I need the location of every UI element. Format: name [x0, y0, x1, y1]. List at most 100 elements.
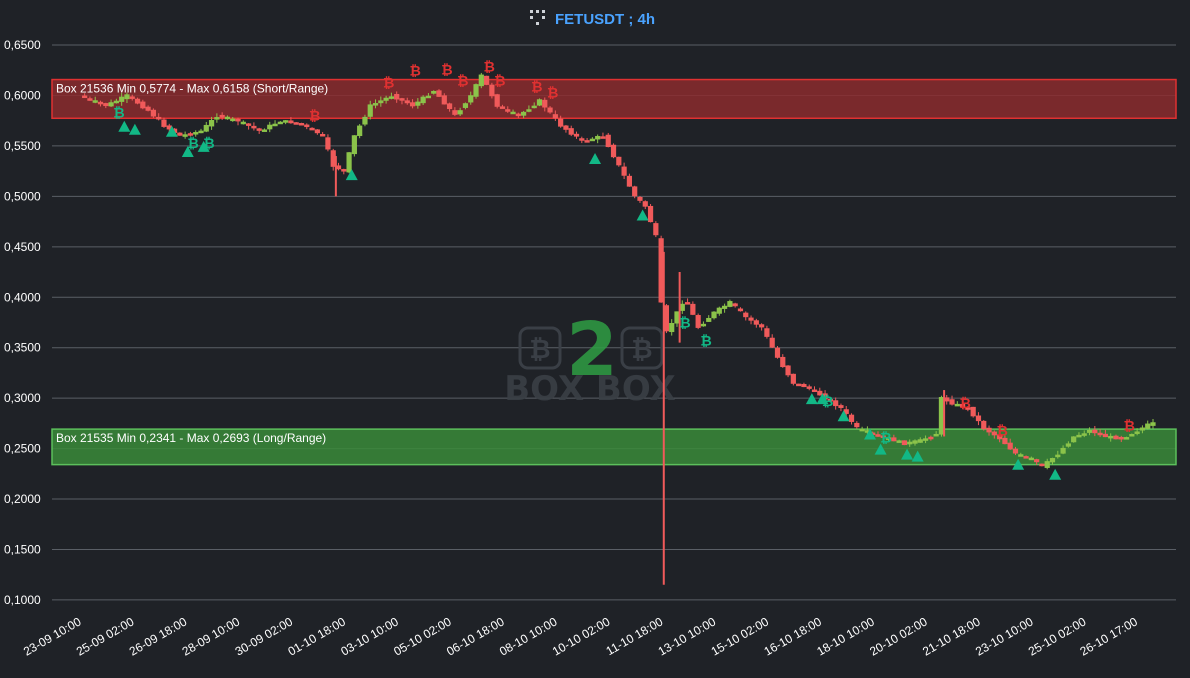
y-tick-label: 0,4000 — [4, 290, 41, 304]
candle-body — [1134, 431, 1140, 434]
candle-body — [1044, 461, 1050, 468]
candle-body — [462, 103, 469, 108]
candle-body — [240, 121, 246, 125]
candle-body — [579, 138, 585, 141]
candle-body — [833, 400, 839, 407]
sell-signal-label: ₿ — [409, 63, 420, 79]
candle-body — [774, 347, 781, 358]
candle-body — [203, 124, 209, 132]
short-box-label: Box 21536 Min 0,5774 - Max 0,6158 (Short… — [56, 82, 328, 96]
candle-body — [457, 110, 463, 115]
candle-body — [610, 144, 617, 158]
candle-body — [1012, 448, 1019, 454]
candle-body — [1055, 454, 1061, 458]
y-tick-label: 0,5500 — [4, 139, 41, 153]
buy-signal-label: ₿ — [187, 136, 198, 152]
candle-body — [605, 134, 611, 148]
candlestick-chart[interactable]: Box 21536 Min 0,5774 - Max 0,6158 (Short… — [0, 0, 1190, 678]
candle-body — [690, 303, 696, 315]
candle-body — [695, 315, 701, 328]
candle-body — [759, 324, 765, 328]
candle-body — [425, 95, 432, 99]
candle-body — [981, 420, 987, 430]
candle-body — [277, 121, 283, 125]
candle-body — [357, 125, 363, 137]
sell-signal-label: ₿ — [457, 73, 468, 89]
candle-body — [647, 205, 654, 223]
candle-body — [933, 433, 939, 437]
candle-body — [1076, 434, 1082, 438]
candle-body — [1139, 427, 1146, 431]
candle-body — [134, 98, 141, 104]
candle-body — [632, 186, 638, 197]
candle-body — [589, 138, 595, 142]
candle-body — [388, 96, 394, 99]
candle-body — [341, 169, 347, 172]
candle-body — [415, 101, 421, 106]
candle-body — [473, 84, 479, 97]
candle-body — [161, 119, 167, 127]
candle-body — [394, 94, 400, 100]
candle-body — [922, 438, 929, 441]
buy-signal-label: ₿ — [679, 316, 690, 332]
candle-body — [1108, 435, 1114, 439]
candle-body — [595, 136, 601, 140]
candle-body — [1123, 437, 1130, 440]
candle-body — [309, 127, 315, 131]
candle-body — [140, 101, 146, 109]
y-tick-label: 0,6000 — [4, 88, 41, 102]
candle-body — [1113, 435, 1119, 440]
sell-signal-label: ₿ — [494, 73, 505, 89]
candle-body — [293, 122, 299, 125]
candle-body — [198, 130, 204, 134]
candle-body — [912, 440, 918, 444]
candle-body — [468, 95, 474, 103]
candle-body — [409, 102, 416, 107]
candle-body — [711, 311, 717, 319]
buy-signal-label: ₿ — [700, 334, 711, 350]
sell-signal-label: ₿ — [997, 423, 1008, 439]
candle-body — [563, 125, 569, 130]
candle-body — [975, 415, 982, 422]
chart-title: FETUSDT ; 4h — [555, 11, 655, 28]
y-tick-label: 0,1000 — [4, 593, 41, 607]
candle-body — [156, 116, 162, 120]
candle-body — [219, 114, 225, 118]
candle-body — [261, 129, 268, 132]
candle-body — [1007, 442, 1013, 450]
candle-body — [896, 440, 902, 443]
candle-body — [806, 386, 812, 389]
candle-body — [478, 74, 484, 87]
candle-body — [378, 100, 384, 104]
candle-body — [325, 137, 331, 150]
svg-text:₿: ₿ — [529, 335, 550, 365]
candle-body — [304, 124, 310, 128]
candle-body — [854, 422, 860, 428]
candle-body — [901, 440, 908, 446]
candle-body — [256, 128, 262, 131]
sell-signal-label: ₿ — [309, 109, 320, 125]
candle-body — [505, 109, 511, 112]
candle-body — [119, 96, 125, 102]
candle-body — [1118, 436, 1124, 440]
candle-body — [637, 196, 643, 201]
y-tick-label: 0,4500 — [4, 240, 41, 254]
candle-body — [568, 128, 574, 135]
candle-body — [626, 175, 632, 187]
sell-signal-label: ₿ — [960, 396, 971, 412]
candle-body — [986, 427, 992, 433]
candle-body — [124, 94, 130, 100]
candle-body — [441, 95, 447, 105]
y-tick-label: 0,1500 — [4, 542, 41, 556]
candle-body — [642, 201, 648, 207]
sell-signal-label: ₿ — [547, 86, 558, 102]
svg-text:₿: ₿ — [631, 335, 652, 365]
candle-body — [113, 100, 119, 104]
candle-body — [1039, 463, 1045, 467]
candle-body — [515, 113, 521, 117]
y-tick-label: 0,2000 — [4, 492, 41, 506]
candle-body — [320, 133, 326, 137]
candle-body — [727, 301, 733, 307]
candle-body — [796, 383, 802, 387]
candle-body — [811, 389, 818, 393]
